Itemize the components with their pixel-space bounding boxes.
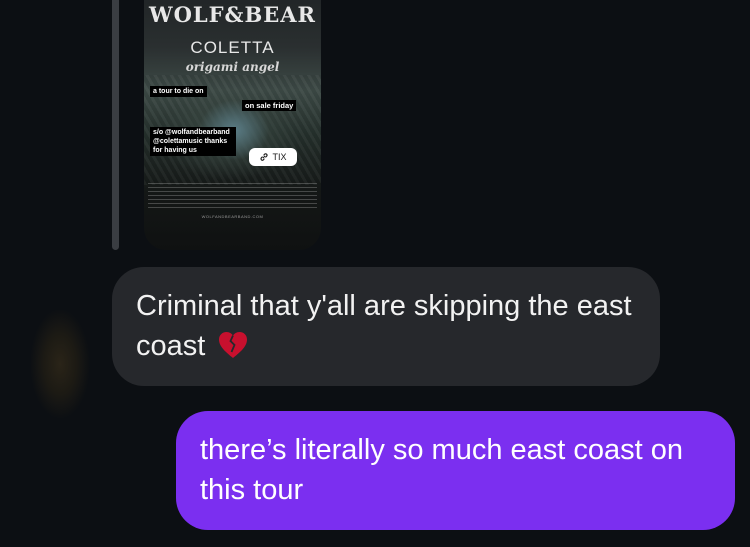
incoming-message-text: Criminal that y'all are skipping the eas… <box>136 290 632 362</box>
avatar[interactable] <box>22 304 90 422</box>
story-sticker-shoutout: s/o @wolfandbearband @colettamusic thank… <box>150 127 236 156</box>
story-band-logo: WOLF&BEAR <box>148 2 316 27</box>
incoming-message-bubble[interactable]: Criminal that y'all are skipping the eas… <box>112 267 660 386</box>
link-icon <box>260 153 269 161</box>
broken-heart-icon <box>219 332 248 358</box>
story-sticker-tour: a tour to die on <box>150 86 207 97</box>
shared-story-card[interactable]: WOLF&BEAR COLETTA origami angel a tour t… <box>144 0 321 250</box>
outgoing-message-bubble[interactable]: there’s literally so much east coast on … <box>176 411 735 530</box>
story-band-origami: origami angel <box>185 60 280 74</box>
story-band-coletta: COLETTA <box>190 38 275 57</box>
story-footer-url: WOLFANDBEARBAND.COM <box>201 214 264 219</box>
tour-dates-list <box>148 183 317 211</box>
tix-label: TIX <box>272 152 287 162</box>
tix-link-sticker[interactable]: TIX <box>249 148 297 166</box>
reply-indicator-bar <box>112 0 119 250</box>
story-sticker-sale: on sale friday <box>242 100 297 111</box>
outgoing-message-text: there’s literally so much east coast on … <box>200 434 684 506</box>
